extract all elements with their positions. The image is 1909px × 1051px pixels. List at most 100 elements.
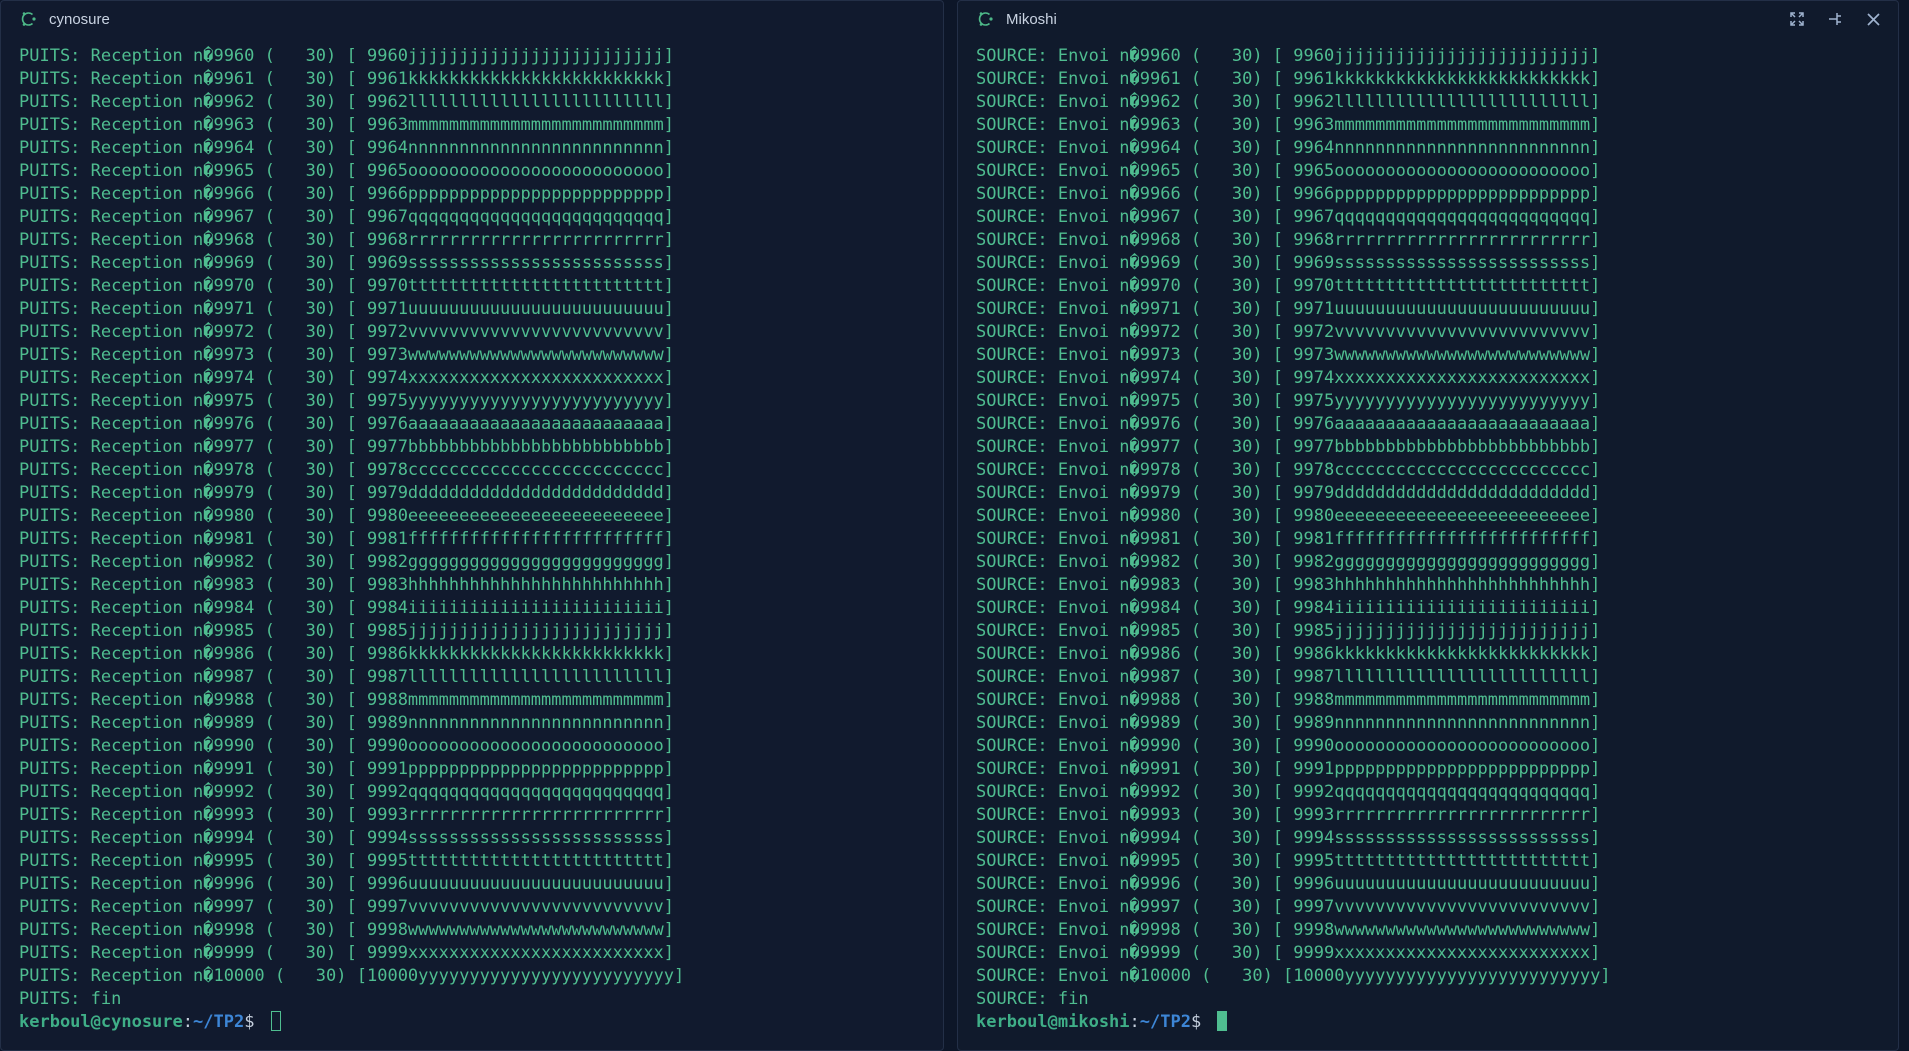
log-line: SOURCE: Envoi n�9994 ( 30) [ 9994sssssss…	[976, 828, 1601, 848]
log-line: PUITS: Reception n�9975 ( 30) [ 9975yyyy…	[19, 391, 675, 411]
log-line-final: PUITS: fin	[19, 989, 122, 1009]
maximize-icon[interactable]	[1786, 8, 1808, 30]
log-line: SOURCE: Envoi n�9981 ( 30) [ 9981fffffff…	[976, 529, 1601, 549]
log-line: PUITS: Reception n�9960 ( 30) [ 9960jjjj…	[19, 46, 675, 66]
log-line: PUITS: Reception n�9995 ( 30) [ 9995tttt…	[19, 851, 675, 871]
log-line: SOURCE: Envoi n�9992 ( 30) [ 9992qqqqqqq…	[976, 782, 1601, 802]
log-line: PUITS: Reception n�9980 ( 30) [ 9980eeee…	[19, 506, 675, 526]
log-line: PUITS: Reception n�9983 ( 30) [ 9983hhhh…	[19, 575, 675, 595]
log-line-final: SOURCE: fin	[976, 989, 1089, 1009]
log-line: PUITS: Reception n�9970 ( 30) [ 9970tttt…	[19, 276, 675, 296]
log-line: SOURCE: Envoi n�9997 ( 30) [ 9997vvvvvvv…	[976, 897, 1601, 917]
text-cursor	[1217, 1011, 1228, 1031]
log-line: SOURCE: Envoi n�9979 ( 30) [ 9979ddddddd…	[976, 483, 1601, 503]
terminal-workspace: cynosure PUITS: Reception n�9960 ( 30) […	[0, 0, 1909, 1051]
log-line: PUITS: Reception n�9999 ( 30) [ 9999xxxx…	[19, 943, 675, 963]
prompt-separator: :	[1129, 1012, 1140, 1032]
log-line: SOURCE: Envoi n�9968 ( 30) [ 9968rrrrrrr…	[976, 230, 1601, 250]
pane-title: cynosure	[49, 10, 110, 28]
log-line: PUITS: Reception n�9972 ( 30) [ 9972vvvv…	[19, 322, 675, 342]
log-line: SOURCE: Envoi n�9977 ( 30) [ 9977bbbbbbb…	[976, 437, 1601, 457]
prompt-symbol: $	[244, 1012, 265, 1032]
log-line: PUITS: Reception n�9993 ( 30) [ 9993rrrr…	[19, 805, 675, 825]
log-line: PUITS: Reception n�9961 ( 30) [ 9961kkkk…	[19, 69, 675, 89]
prompt-user-host: kerboul@cynosure	[19, 1012, 183, 1032]
log-line: SOURCE: Envoi n�9963 ( 30) [ 9963mmmmmmm…	[976, 115, 1601, 135]
log-line: PUITS: Reception n�9963 ( 30) [ 9963mmmm…	[19, 115, 675, 135]
log-line: SOURCE: Envoi n�9988 ( 30) [ 9988mmmmmmm…	[976, 690, 1601, 710]
log-line: SOURCE: Envoi n�9970 ( 30) [ 9970ttttttt…	[976, 276, 1601, 296]
log-line: PUITS: Reception n�9974 ( 30) [ 9974xxxx…	[19, 368, 675, 388]
log-line: PUITS: Reception n�9989 ( 30) [ 9989nnnn…	[19, 713, 675, 733]
log-line: SOURCE: Envoi n�9966 ( 30) [ 9966ppppppp…	[976, 184, 1601, 204]
log-line: PUITS: Reception n�9998 ( 30) [ 9998wwww…	[19, 920, 675, 940]
log-line: PUITS: Reception n�9990 ( 30) [ 9990oooo…	[19, 736, 675, 756]
log-line: PUITS: Reception n�9986 ( 30) [ 9986kkkk…	[19, 644, 675, 664]
log-line: PUITS: Reception n�9964 ( 30) [ 9964nnnn…	[19, 138, 675, 158]
terminal-icon	[19, 10, 37, 28]
log-line: SOURCE: Envoi n�9996 ( 30) [ 9996uuuuuuu…	[976, 874, 1601, 894]
log-line: SOURCE: Envoi n�9998 ( 30) [ 9998wwwwwww…	[976, 920, 1601, 940]
log-line: PUITS: Reception n�9973 ( 30) [ 9973wwww…	[19, 345, 675, 365]
log-line: PUITS: Reception n�9985 ( 30) [ 9985jjjj…	[19, 621, 675, 641]
split-pane-icon[interactable]	[1824, 8, 1846, 30]
prompt-path: ~/TP2	[193, 1012, 245, 1032]
text-cursor	[270, 1011, 281, 1031]
log-line: PUITS: Reception n�9981 ( 30) [ 9981ffff…	[19, 529, 675, 549]
log-line: PUITS: Reception n�9962 ( 30) [ 9962llll…	[19, 92, 675, 112]
shell-prompt[interactable]: kerboul@mikoshi:~/TP2$	[976, 1011, 1898, 1034]
log-line: SOURCE: Envoi n�9986 ( 30) [ 9986kkkkkkk…	[976, 644, 1601, 664]
shell-prompt[interactable]: kerboul@cynosure:~/TP2$	[19, 1011, 943, 1034]
terminal-output[interactable]: PUITS: Reception n�9960 ( 30) [ 9960jjjj…	[1, 37, 943, 1034]
prompt-symbol: $	[1190, 1012, 1212, 1032]
log-line: SOURCE: Envoi n�9999 ( 30) [ 9999xxxxxxx…	[976, 943, 1601, 963]
log-line: PUITS: Reception n�9965 ( 30) [ 9965oooo…	[19, 161, 675, 181]
log-line: SOURCE: Envoi n�9974 ( 30) [ 9974xxxxxxx…	[976, 368, 1601, 388]
log-line: PUITS: Reception n�9987 ( 30) [ 9987llll…	[19, 667, 675, 687]
log-line: SOURCE: Envoi n�9989 ( 30) [ 9989nnnnnnn…	[976, 713, 1601, 733]
pane-titlebar: cynosure	[1, 1, 943, 37]
terminal-pane-mikoshi[interactable]: Mikoshi SOURCE: Envoi n�9960 ( 30) [ 996…	[957, 0, 1899, 1051]
log-line: PUITS: Reception n�9992 ( 30) [ 9992qqqq…	[19, 782, 675, 802]
log-line: SOURCE: Envoi n�9965 ( 30) [ 9965ooooooo…	[976, 161, 1601, 181]
log-line: SOURCE: Envoi n�9973 ( 30) [ 9973wwwwwww…	[976, 345, 1601, 365]
log-line: SOURCE: Envoi n�9995 ( 30) [ 9995ttttttt…	[976, 851, 1601, 871]
log-line: PUITS: Reception n�10000 ( 30) [10000yyy…	[19, 966, 685, 986]
log-line: PUITS: Reception n�9984 ( 30) [ 9984iiii…	[19, 598, 675, 618]
log-line: PUITS: Reception n�9991 ( 30) [ 9991pppp…	[19, 759, 675, 779]
log-line: SOURCE: Envoi n�9978 ( 30) [ 9978ccccccc…	[976, 460, 1601, 480]
close-icon[interactable]	[1862, 8, 1884, 30]
terminal-output[interactable]: SOURCE: Envoi n�9960 ( 30) [ 9960jjjjjjj…	[958, 37, 1898, 1034]
log-line: PUITS: Reception n�9969 ( 30) [ 9969ssss…	[19, 253, 675, 273]
log-line: SOURCE: Envoi n�9960 ( 30) [ 9960jjjjjjj…	[976, 46, 1601, 66]
terminal-pane-cynosure[interactable]: cynosure PUITS: Reception n�9960 ( 30) […	[0, 0, 944, 1051]
log-line: PUITS: Reception n�9976 ( 30) [ 9976aaaa…	[19, 414, 675, 434]
log-line: SOURCE: Envoi n�9975 ( 30) [ 9975yyyyyyy…	[976, 391, 1601, 411]
log-line: PUITS: Reception n�9994 ( 30) [ 9994ssss…	[19, 828, 675, 848]
log-line: SOURCE: Envoi n�9962 ( 30) [ 9962lllllll…	[976, 92, 1601, 112]
pane-title: Mikoshi	[1006, 10, 1057, 28]
log-line: PUITS: Reception n�9967 ( 30) [ 9967qqqq…	[19, 207, 675, 227]
log-line: PUITS: Reception n�9997 ( 30) [ 9997vvvv…	[19, 897, 675, 917]
log-line: SOURCE: Envoi n�9984 ( 30) [ 9984iiiiiii…	[976, 598, 1601, 618]
log-line: SOURCE: Envoi n�9961 ( 30) [ 9961kkkkkkk…	[976, 69, 1601, 89]
log-line: PUITS: Reception n�9977 ( 30) [ 9977bbbb…	[19, 437, 675, 457]
log-line: SOURCE: Envoi n�9993 ( 30) [ 9993rrrrrrr…	[976, 805, 1601, 825]
log-line: SOURCE: Envoi n�9972 ( 30) [ 9972vvvvvvv…	[976, 322, 1601, 342]
log-line: PUITS: Reception n�9968 ( 30) [ 9968rrrr…	[19, 230, 675, 250]
log-line: SOURCE: Envoi n�9987 ( 30) [ 9987lllllll…	[976, 667, 1601, 687]
log-line: SOURCE: Envoi n�9964 ( 30) [ 9964nnnnnnn…	[976, 138, 1601, 158]
log-line: SOURCE: Envoi n�9967 ( 30) [ 9967qqqqqqq…	[976, 207, 1601, 227]
log-line: SOURCE: Envoi n�9983 ( 30) [ 9983hhhhhhh…	[976, 575, 1601, 595]
prompt-separator: :	[182, 1012, 194, 1032]
log-line: SOURCE: Envoi n�9971 ( 30) [ 9971uuuuuuu…	[976, 299, 1601, 319]
log-line: PUITS: Reception n�9988 ( 30) [ 9988mmmm…	[19, 690, 675, 710]
log-line: SOURCE: Envoi n�9980 ( 30) [ 9980eeeeeee…	[976, 506, 1601, 526]
log-line: PUITS: Reception n�9966 ( 30) [ 9966pppp…	[19, 184, 675, 204]
log-line: SOURCE: Envoi n�9969 ( 30) [ 9969sssssss…	[976, 253, 1601, 273]
pane-titlebar: Mikoshi	[958, 1, 1898, 37]
log-line: SOURCE: Envoi n�9991 ( 30) [ 9991ppppppp…	[976, 759, 1601, 779]
log-line: SOURCE: Envoi n�9990 ( 30) [ 9990ooooooo…	[976, 736, 1601, 756]
log-line: PUITS: Reception n�9971 ( 30) [ 9971uuuu…	[19, 299, 675, 319]
log-line: SOURCE: Envoi n�9976 ( 30) [ 9976aaaaaaa…	[976, 414, 1601, 434]
